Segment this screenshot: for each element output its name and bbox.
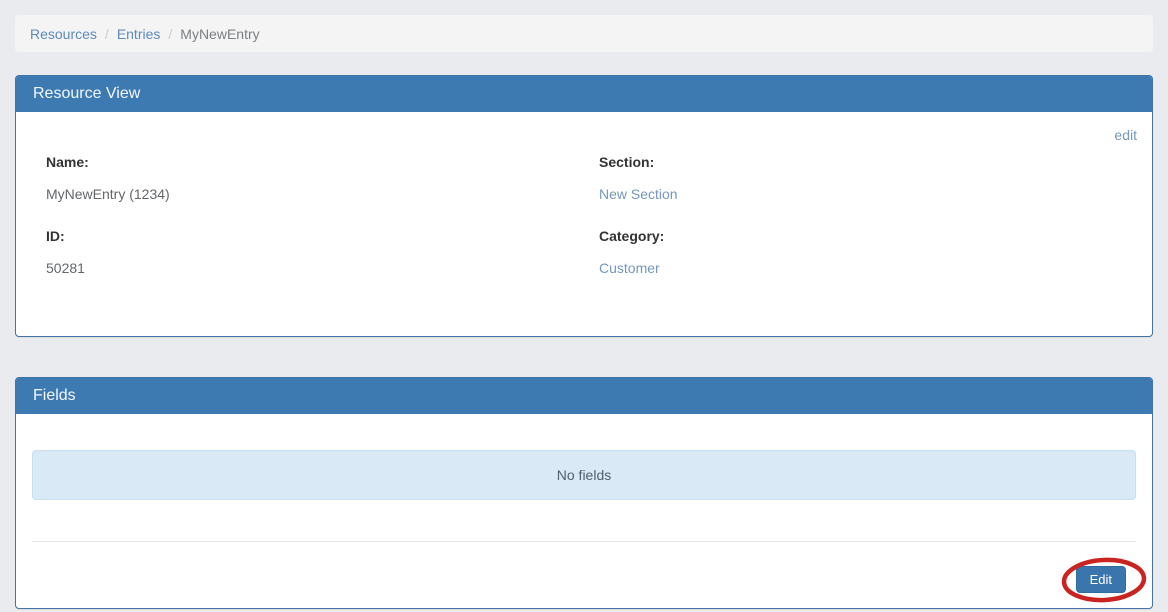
edit-button[interactable]: Edit	[1076, 566, 1126, 593]
edit-button-wrapper: Edit	[1076, 566, 1126, 593]
field-name-value: MyNewEntry (1234)	[46, 186, 569, 203]
field-id-label: ID:	[46, 228, 569, 245]
fields-panel: Fields No fields Edit	[15, 377, 1153, 609]
field-id-value: 50281	[46, 260, 569, 277]
breadcrumb-current-page: MyNewEntry	[180, 26, 259, 42]
resource-view-panel: Resource View edit Name: MyNewEntry (123…	[15, 75, 1153, 337]
field-category: Category: Customer	[584, 228, 1137, 302]
field-name: Name: MyNewEntry (1234)	[31, 154, 584, 228]
no-fields-message: No fields	[557, 467, 611, 483]
field-section: Section: New Section	[584, 154, 1137, 228]
breadcrumb: Resources / Entries / MyNewEntry	[15, 15, 1153, 52]
breadcrumb-link-entries[interactable]: Entries	[117, 26, 161, 42]
fields-panel-title: Fields	[16, 378, 1152, 414]
page-container: Resources / Entries / MyNewEntry Resourc…	[15, 15, 1153, 609]
breadcrumb-link-resources[interactable]: Resources	[30, 26, 97, 42]
resource-view-panel-title: Resource View	[16, 76, 1152, 112]
field-section-label: Section:	[599, 154, 1122, 171]
footer-divider	[32, 541, 1136, 542]
fields-panel-footer: Edit	[32, 566, 1136, 593]
field-id: ID: 50281	[31, 228, 584, 302]
field-category-label: Category:	[599, 228, 1122, 245]
field-name-label: Name:	[46, 154, 569, 171]
fields-panel-body: No fields Edit	[16, 414, 1152, 608]
breadcrumb-separator: /	[160, 26, 180, 42]
resource-edit-link[interactable]: edit	[1114, 127, 1137, 143]
no-fields-alert: No fields	[32, 450, 1136, 500]
field-section-value-link[interactable]: New Section	[599, 186, 678, 202]
breadcrumb-separator: /	[97, 26, 117, 42]
edit-link-row: edit	[31, 127, 1137, 147]
resource-view-panel-body: edit Name: MyNewEntry (1234) Section: Ne…	[16, 112, 1152, 336]
resource-field-grid: Name: MyNewEntry (1234) Section: New Sec…	[31, 154, 1137, 302]
field-category-value-link[interactable]: Customer	[599, 260, 660, 276]
